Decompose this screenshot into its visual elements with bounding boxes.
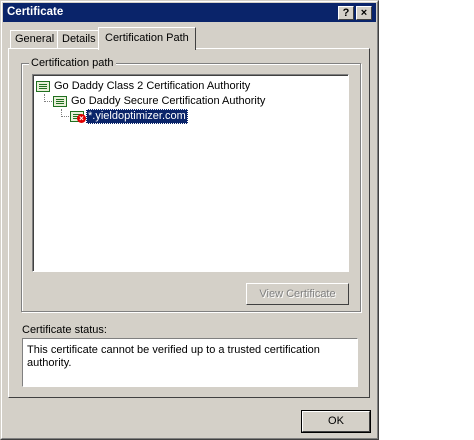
certification-path-label: Certification path bbox=[29, 57, 116, 69]
ok-button[interactable]: OK bbox=[301, 410, 371, 433]
certificate-icon bbox=[36, 81, 50, 92]
help-button[interactable]: ? bbox=[338, 6, 354, 20]
certificate-status-text: This certificate cannot be verified up t… bbox=[27, 344, 320, 369]
tab-general[interactable]: General bbox=[10, 30, 60, 49]
tab-strip: General Details Certification Path bbox=[8, 27, 378, 50]
certificate-status-label: Certificate status: bbox=[22, 324, 107, 336]
certification-path-tree[interactable]: Go Daddy Class 2 Certification Authority… bbox=[32, 74, 349, 272]
window-title: Certificate bbox=[7, 6, 64, 18]
tree-node-label: Go Daddy Class 2 Certification Authority bbox=[54, 80, 251, 92]
certificate-status-box: This certificate cannot be verified up t… bbox=[22, 338, 358, 387]
tree-node-label-selected: *.yieldoptimizer.com bbox=[86, 109, 188, 124]
tab-certification-path[interactable]: Certification Path bbox=[98, 27, 196, 50]
tree-connector bbox=[44, 101, 52, 102]
close-button[interactable]: × bbox=[356, 6, 372, 20]
certificate-dialog: Certificate ? × General Details Certific… bbox=[0, 0, 379, 440]
tab-details[interactable]: Details bbox=[57, 30, 101, 49]
error-icon: × bbox=[77, 114, 86, 123]
title-bar[interactable]: Certificate ? × bbox=[3, 3, 376, 22]
certificate-icon bbox=[53, 96, 67, 107]
tree-node-label: Go Daddy Secure Certification Authority bbox=[71, 95, 266, 107]
view-certificate-button[interactable]: View Certificate bbox=[246, 283, 349, 305]
tree-connector bbox=[61, 116, 69, 117]
tree-frame: Go Daddy Class 2 Certification Authority… bbox=[33, 75, 348, 271]
